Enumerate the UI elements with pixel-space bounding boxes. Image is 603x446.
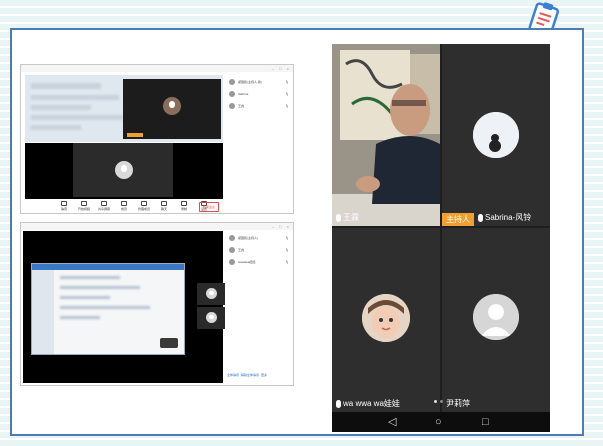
- toolbar-chat-button[interactable]: 聊天: [157, 201, 171, 211]
- window-titlebar: [21, 223, 293, 230]
- participant-avatar: [362, 294, 410, 342]
- participant-video: [332, 44, 440, 226]
- toolbar-record-button[interactable]: 录制: [177, 201, 191, 211]
- avatar: [229, 79, 235, 85]
- manage-icon: [141, 201, 147, 206]
- window-controls: – □ ×: [271, 224, 291, 229]
- mic-icon: 🎙: [285, 260, 289, 264]
- list-item[interactable]: 王霖 🎙: [227, 101, 291, 111]
- list-item[interactable]: 郑国和(主持人,我) 🎙: [227, 77, 291, 87]
- participant-list: 郑国和(主持人,我) 🎙 Sabrina 🎙 王霖 🎙: [227, 77, 291, 197]
- back-icon[interactable]: ◁: [388, 416, 396, 428]
- avatar: [229, 259, 235, 265]
- list-item[interactable]: wawawa娃娃 🎙: [227, 257, 291, 267]
- mic-icon: [478, 213, 483, 222]
- mic-icon: 🎙: [285, 104, 289, 108]
- toolbar-share-button[interactable]: 共享屏幕: [97, 201, 111, 211]
- participant-avatar: [206, 288, 217, 299]
- unmute-all-button[interactable]: 解除全体静音: [241, 373, 259, 377]
- mic-icon: 🎙: [285, 248, 289, 252]
- share-icon: [101, 201, 107, 206]
- android-nav-bar: ◁ ○ □: [332, 412, 550, 432]
- toolbar-members-button[interactable]: 成员: [117, 201, 131, 211]
- participant-name-tag: Sabrina-风铃: [478, 212, 531, 223]
- main-video-stage: [25, 143, 223, 199]
- video-tile-4: 尹莉萍: [442, 228, 550, 412]
- participant-name-tag: 王霖: [336, 212, 359, 223]
- toolbar-manage-button[interactable]: 管理成员: [137, 201, 151, 211]
- participant-name-tag: 尹莉萍: [446, 399, 470, 408]
- page-indicator: [434, 400, 443, 403]
- participant-avatar: [163, 97, 181, 115]
- mic-icon: 🎙: [285, 80, 289, 84]
- camera-icon: [81, 201, 87, 206]
- mic-icon: [336, 399, 341, 408]
- list-item[interactable]: 郑国和(主持人) 🎙: [227, 233, 291, 243]
- participant-list: 郑国和(主持人) 🎙 王霖 🎙 wawawa娃娃 🎙: [227, 233, 291, 373]
- participant-avatar: [473, 112, 519, 158]
- avatar: [229, 247, 235, 253]
- mic-icon: 🎙: [285, 92, 289, 96]
- video-tile-2: 主持人 Sabrina-风铃: [442, 44, 550, 226]
- participant-avatar: [473, 294, 519, 340]
- window-controls: – □ ×: [271, 66, 291, 71]
- desktop-meeting-screenshot-top: – □ × 静音 开启视频 共享屏幕 成员 管理成员 聊天 录制 设置 结束会议…: [20, 64, 294, 214]
- chat-icon: [161, 201, 167, 206]
- mic-icon: [336, 213, 341, 222]
- avatar: [229, 91, 235, 97]
- video-tile-speaker: [123, 79, 221, 139]
- mic-icon: 🎙: [285, 236, 289, 240]
- avatar: [229, 103, 235, 109]
- meeting-toolbar: 静音 开启视频 共享屏幕 成员 管理成员 聊天 录制 设置: [57, 201, 211, 211]
- desktop-meeting-screenshot-bottom: – □ × 郑国和(主持人) 🎙 王霖 🎙 wawawa娃娃 🎙 全体静音 解除…: [20, 222, 294, 386]
- mic-icon: [61, 201, 67, 206]
- video-tile-side: [197, 283, 225, 305]
- avatar: [229, 235, 235, 241]
- toolbar-video-button[interactable]: 开启视频: [77, 201, 91, 211]
- content-frame: – □ × 静音 开启视频 共享屏幕 成员 管理成员 聊天 录制 设置 结束会议…: [10, 28, 584, 436]
- people-icon: [121, 201, 127, 206]
- video-tile-side: [197, 307, 225, 329]
- more-button[interactable]: 更多: [261, 373, 267, 377]
- record-icon: [181, 201, 187, 206]
- toolbar-mute-button[interactable]: 静音: [57, 201, 71, 211]
- shared-browser-window: [31, 263, 185, 355]
- participant-avatar: [115, 161, 133, 179]
- window-titlebar: [21, 65, 293, 72]
- home-icon[interactable]: ○: [435, 416, 442, 428]
- participant-footer: 全体静音 解除全体静音 更多: [227, 373, 293, 377]
- end-meeting-button[interactable]: 结束会议: [199, 202, 219, 212]
- list-item[interactable]: Sabrina 🎙: [227, 89, 291, 99]
- host-badge: 主持人: [442, 213, 474, 226]
- video-tile-3: wa wwa wa娃娃: [332, 228, 440, 412]
- list-item[interactable]: 王霖 🎙: [227, 245, 291, 255]
- main-video-stage: [23, 231, 223, 383]
- video-tile-1: 王霖: [332, 44, 440, 226]
- participant-avatar: [206, 312, 217, 323]
- phone-meeting-screenshot: 王霖 主持人 Sabrina-风铃 wa wwa wa娃娃 尹莉萍 ◁ ○ □: [332, 44, 550, 432]
- recents-icon[interactable]: □: [482, 416, 489, 428]
- participant-name-tag: wa wwa wa娃娃: [336, 398, 400, 409]
- mute-all-button[interactable]: 全体静音: [227, 373, 239, 377]
